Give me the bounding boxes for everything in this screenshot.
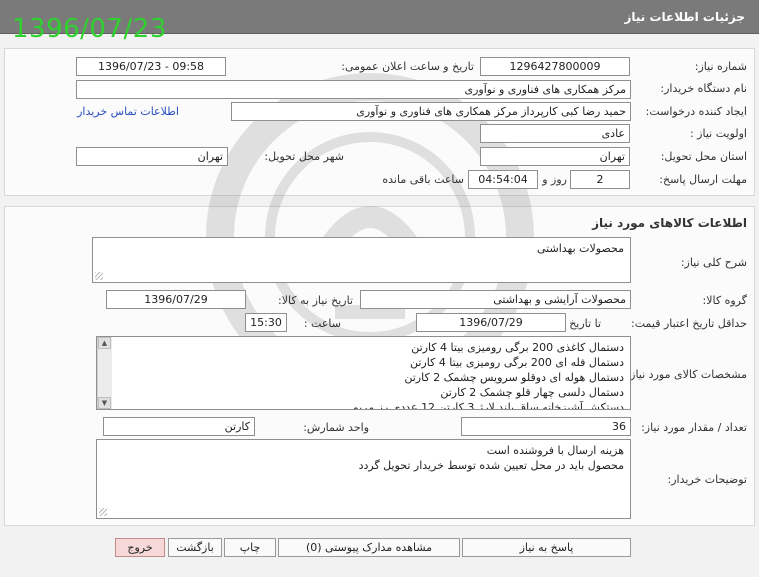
specs-line: دستکش آشپزخانه ساق بلند لارژ 3 کارتن 12 … [351,401,624,410]
goods-section-title: اطلاعات کالاهای مورد نیاز [592,216,747,230]
overlay-date: 1396/07/23 [12,14,167,44]
unit-field: کارتن [103,417,255,436]
deadline-time-field: 04:54:04 [468,170,538,189]
announce-date-label: تاریخ و ساعت اعلان عمومی: [341,60,474,73]
request-creator-label: ایجاد کننده درخواست: [645,105,747,118]
goods-group-field: محصولات آرایشی و بهداشتی [360,290,631,309]
need-date-field: 1396/07/29 [106,290,246,309]
specs-line: دستمال هوله ای دوقلو سرویس چشمک 2 کارتن [404,371,624,384]
deadline-remaining-label: ساعت باقی مانده [382,173,464,186]
need-date-label: تاریخ نیاز به کالا: [278,294,353,307]
specs-line: دستمال کاغذی 200 برگی رومیزی بیتا 4 کارت… [411,341,624,354]
view-attachments-button[interactable]: مشاهده مدارک پیوستی (0) [278,538,460,557]
deadline-days-field: 2 [570,170,630,189]
delivery-province-label: استان محل تحویل: [660,150,747,163]
reply-button[interactable]: پاسخ به نیاز [462,538,631,557]
quantity-field: 36 [461,417,631,436]
scroll-down-icon[interactable]: ▼ [98,397,111,409]
specs-label: مشخصات کالای مورد نیاز: [626,368,747,381]
summary-text: محصولات بهداشتی [536,242,624,255]
specs-line: دستمال فله ای 200 برگی رومیزی بیتا 4 کار… [409,356,624,369]
deadline-days-suffix: روز و [542,173,567,186]
resize-grip-icon[interactable] [95,272,103,280]
priority-field: عادی [480,124,630,143]
price-validity-label: حداقل تاریخ اعتبار قیمت: [631,317,747,330]
buyer-org-label: نام دستگاه خریدار: [660,82,747,95]
delivery-province-field: تهران [480,147,630,166]
priority-label: اولویت نیاز : [689,127,747,140]
summary-label: شرح کلی نیاز: [680,256,747,269]
need-number-field: 1296427800009 [480,57,630,76]
scroll-up-icon[interactable]: ▲ [98,337,111,349]
delivery-city-field: تهران [76,147,228,166]
resize-grip-icon[interactable] [99,508,107,516]
delivery-city-label: شهر محل تحویل: [264,150,344,163]
until-date-field: 1396/07/29 [416,313,566,332]
goods-group-label: گروه کالا: [702,294,747,307]
buyer-notes-label: توضیحات خریدار: [667,473,748,486]
announce-date-field: 1396/07/23 - 09:58 [76,57,226,76]
until-date-label: تا تاریخ : [562,317,601,330]
quantity-label: تعداد / مقدار مورد نیاز: [641,421,747,434]
print-button[interactable]: چاپ [224,538,276,557]
summary-textarea: محصولات بهداشتی [92,237,631,283]
exit-button[interactable]: خروج [115,538,165,557]
hour-label: ساعت : [303,317,341,330]
back-button[interactable]: بازگشت [168,538,222,557]
notes-line: محصول باید در محل تعیین شده توسط خریدار … [358,459,624,472]
unit-label: واحد شمارش: [303,421,369,434]
notes-line: هزینه ارسال با فروشنده است [486,444,624,457]
need-number-label: شماره نیاز: [694,60,747,73]
page-title: جزئیات اطلاعات نیاز [624,10,745,24]
specs-textarea[interactable]: دستمال کاغذی 200 برگی رومیزی بیتا 4 کارت… [96,336,631,410]
buyer-notes-textarea: هزینه ارسال با فروشنده است محصول باید در… [96,439,631,519]
buyer-org-field: مرکز همکاری های فناوری و نوآوری [76,80,631,99]
hour-field: 15:30 [245,313,287,332]
deadline-label: مهلت ارسال پاسخ: [659,173,747,186]
specs-line: دستمال دلسی چهار قلو چشمک 2 کارتن [440,386,624,399]
request-creator-field: حمید رضا کبی کارپرداز مرکز همکاری های فن… [231,102,631,121]
buyer-contact-link[interactable]: اطلاعات تماس خریدار [77,105,179,118]
specs-scrollbar[interactable]: ▲ ▼ [97,337,112,409]
